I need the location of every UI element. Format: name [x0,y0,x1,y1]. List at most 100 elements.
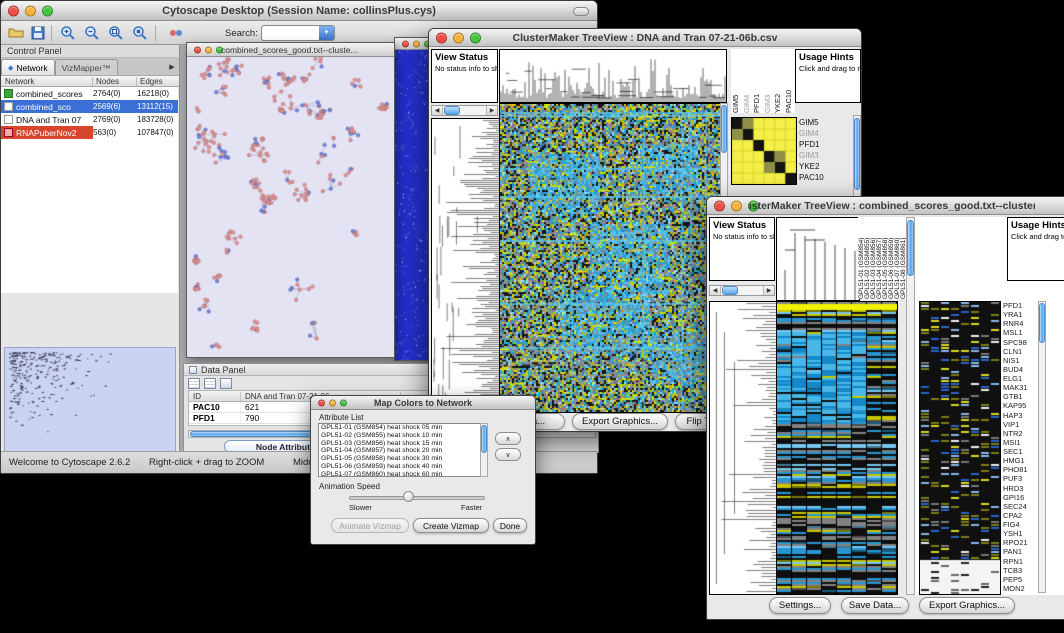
toolbar-toggle-button[interactable] [573,7,589,16]
network-overview-canvas[interactable] [4,347,176,453]
gene-label[interactable]: NIS1 [1003,356,1037,365]
gene-label[interactable]: YKE2 [799,161,843,172]
export-graphics-button[interactable]: Export Graphics... [919,597,1015,614]
attribute-list-item[interactable]: GPL51-01 (GSM854) heat shock 05 min [321,424,487,432]
gene-label[interactable]: GIM3 [799,150,843,161]
scrollbar-thumb[interactable] [721,105,727,153]
array-label[interactable]: GIM5 [731,49,742,113]
array-label[interactable]: YKE2 [773,49,784,113]
close-button[interactable] [318,399,325,406]
attribute-list-item[interactable]: GPL51-04 (GSM857) heat shock 20 min [321,447,487,455]
scrollbar-thumb[interactable] [854,118,860,190]
gene-label[interactable]: HAP3 [1003,411,1037,420]
animation-speed-slider-thumb[interactable] [403,491,414,502]
gene-label[interactable]: MON2 [1003,584,1037,593]
array-dendrogram-canvas[interactable] [499,49,727,103]
gene-label[interactable]: KAP95 [1003,401,1037,410]
minimize-button[interactable] [413,40,420,47]
gene-label[interactable]: PFD1 [799,139,843,150]
attribute-function-icon[interactable] [220,378,232,389]
scrollbar-thumb[interactable] [722,286,738,295]
gene-label[interactable]: HRD3 [1003,484,1037,493]
gene-label[interactable]: RPO21 [1003,538,1037,547]
search-combobox[interactable]: ▼ [261,25,335,41]
scroll-left-icon[interactable]: ◀ [710,286,721,295]
gene-label[interactable]: SPC98 [1003,338,1037,347]
gene-label[interactable]: VIP1 [1003,420,1037,429]
gene-label[interactable]: HMG1 [1003,456,1037,465]
treeview2-titlebar[interactable]: ClusterMaker TreeView : combined_scores_… [707,197,1064,215]
close-button[interactable] [436,32,447,43]
search-dropdown-icon[interactable]: ▼ [319,26,334,40]
zoom-button[interactable] [340,399,347,406]
mini-hscrollbar[interactable]: ◀ ▶ [431,105,498,116]
gene-label[interactable]: TCB3 [1003,566,1037,575]
gene-label[interactable]: CLN1 [1003,347,1037,356]
gene-label[interactable]: RNR4 [1003,319,1037,328]
settings-button[interactable]: Settings... [769,597,831,614]
export-graphics-button[interactable]: Export Graphics... [572,413,668,430]
array-label[interactable]: GIM3 [763,49,774,113]
table-row[interactable]: RNAPuberNov2 563(0) 107847(0) [1,126,178,139]
attribute-list-item[interactable]: GPL51-05 (GSM858) heat shock 30 min [321,455,487,463]
gene-label[interactable]: RPN1 [1003,557,1037,566]
tab-network[interactable]: ◆ Network [1,59,55,75]
gene-label[interactable]: CPA2 [1003,511,1037,520]
main-titlebar[interactable]: Cytoscape Desktop (Session Name: collins… [1,1,597,21]
secondary-heatmap-canvas[interactable] [919,301,1001,595]
array-label[interactable]: PAC10 [784,49,795,113]
scroll-right-icon[interactable]: ▶ [763,286,774,295]
array-label[interactable]: PFD1 [752,49,763,113]
gene-label[interactable]: SEC24 [1003,502,1037,511]
column-header-nodes[interactable]: Nodes [93,77,137,86]
scrollbar-thumb[interactable] [481,425,487,453]
gene-label[interactable]: GIM4 [799,128,843,139]
heatmap-vscrollbar[interactable] [906,217,915,595]
scrollbar-thumb[interactable] [444,106,460,115]
tab-overflow-icon[interactable]: ▶ [165,59,179,75]
zoom-out-icon[interactable] [83,24,101,42]
network-view-canvas[interactable] [187,57,394,357]
zoom-selected-icon[interactable] [107,24,125,42]
search-input[interactable] [264,27,318,39]
heatmap-canvas[interactable] [776,301,898,595]
save-data-button[interactable]: Save Data... [841,597,909,614]
gene-label[interactable]: PHO81 [1003,465,1037,474]
gene-label[interactable]: GIM5 [799,117,843,128]
gene-label[interactable]: PAC10 [799,172,843,183]
treeview1-titlebar[interactable]: ClusterMaker TreeView : DNA and Tran 07-… [429,29,861,47]
gene-label[interactable]: PFD1 [1003,301,1037,310]
array-dendrogram-canvas[interactable] [776,217,860,301]
gene-label[interactable]: GPI16 [1003,493,1037,502]
scrollbar-thumb[interactable] [907,220,914,276]
gene-label[interactable]: PAN1 [1003,547,1037,556]
gene-dendrogram-canvas[interactable] [431,118,500,413]
gene-dendrogram-canvas[interactable] [709,301,778,595]
gene-label[interactable]: PEP5 [1003,575,1037,584]
save-session-icon[interactable] [29,24,47,42]
correlation-matrix-canvas[interactable] [731,117,797,185]
attribute-list-item[interactable]: GPL51-06 (GSM859) heat shock 40 min [321,463,487,471]
internal-titlebar[interactable]: combined_scores_good.txt--cluste... [187,43,394,57]
dialog-titlebar[interactable]: Map Colors to Network [311,396,535,410]
gene-label[interactable]: NTR2 [1003,429,1037,438]
select-attributes-icon[interactable] [188,378,200,389]
animation-speed-slider[interactable] [349,496,485,500]
minimize-button[interactable] [205,46,212,53]
gene-label[interactable]: YSH1 [1003,529,1037,538]
attribute-list-item[interactable]: GPL51-07 (GSM860) heat shock 60 min [321,471,487,477]
move-up-button[interactable]: ∧ [495,432,521,445]
gene-label[interactable]: ELG1 [1003,374,1037,383]
close-button[interactable] [402,40,409,47]
close-button[interactable] [194,46,201,53]
move-down-button[interactable]: ∨ [495,448,521,461]
table-row[interactable]: DNA and Tran 07 2769(0) 183728(0) [1,113,178,126]
gene-label[interactable]: PUF3 [1003,474,1037,483]
table-row-selected[interactable]: combined_sco 2569(6) 13112(15) [1,100,178,113]
create-vizmap-button[interactable]: Create Vizmap [413,518,489,533]
column-header-edges[interactable]: Edges [137,77,179,86]
gene-label[interactable]: GTB1 [1003,392,1037,401]
gene-label[interactable]: BUD4 [1003,365,1037,374]
attribute-list[interactable]: GPL51-01 (GSM854) heat shock 05 min GPL51… [318,423,488,477]
gene-label[interactable]: MSI1 [1003,438,1037,447]
